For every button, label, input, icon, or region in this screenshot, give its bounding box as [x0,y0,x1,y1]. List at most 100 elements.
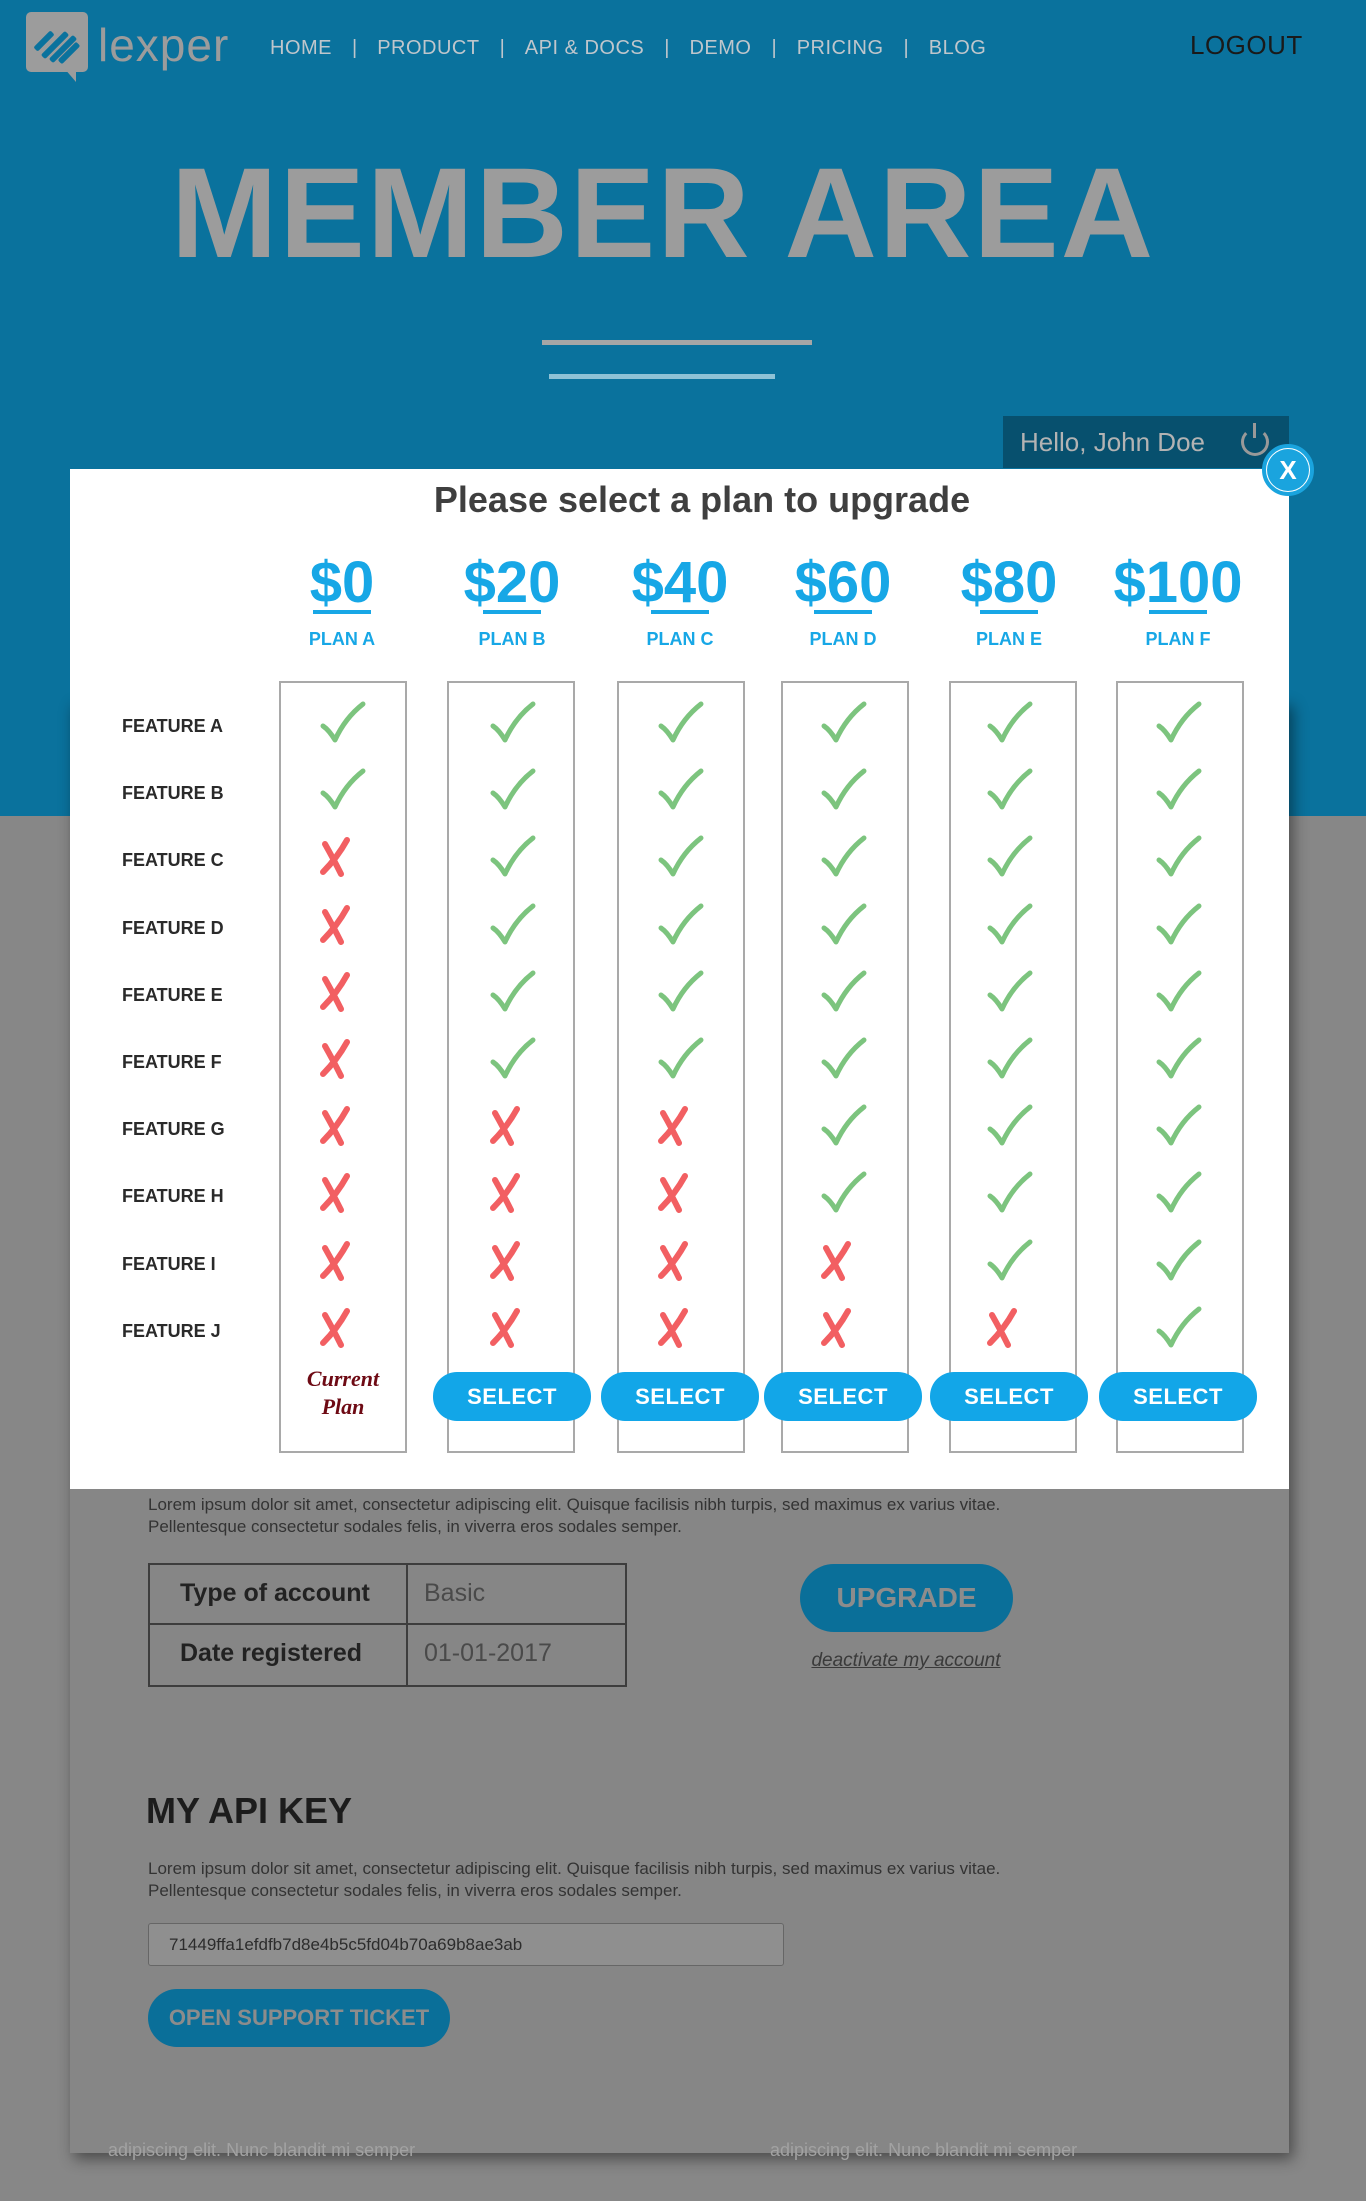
divider [542,340,812,345]
nav-separator: | [499,36,505,59]
check-icon [655,767,705,813]
select-plan-button[interactable]: SELECT [1099,1372,1257,1421]
check-icon [655,1036,705,1082]
check-icon [818,902,868,948]
cross-icon [649,1305,699,1351]
check-icon [655,834,705,880]
divider [549,374,775,379]
close-modal-button[interactable]: X [1262,444,1314,496]
upgrade-button[interactable]: UPGRADE [800,1564,1013,1632]
price-underline [483,610,541,614]
check-icon [984,834,1034,880]
cross-icon [311,1238,361,1284]
feature-label: FEATURE D [122,918,224,938]
check-icon [1153,969,1203,1015]
feature-label: FEATURE G [122,1119,225,1139]
nav-separator: | [664,36,670,59]
nav-blog[interactable]: BLOG [929,37,987,60]
check-icon [487,969,537,1015]
nav-product[interactable]: PRODUCT [377,37,479,60]
price-underline [814,610,872,614]
upgrade-plan-modal: Please select a plan to upgrade FEATURE … [70,469,1289,1489]
table-row: Type of account Basic [150,1565,625,1625]
cross-icon [481,1238,531,1284]
select-plan-button[interactable]: SELECT [601,1372,759,1421]
plan-name: PLAN F [1145,629,1211,649]
check-icon [487,902,537,948]
nav-separator: | [771,36,777,59]
main-nav: HOME | PRODUCT | API & DOCS | DEMO | PRI… [270,30,986,66]
account-type-label: Type of account [150,1565,408,1623]
account-type-value: Basic [424,1579,486,1607]
cross-icon [812,1238,862,1284]
check-icon [984,1170,1034,1216]
api-description-line: Lorem ipsum dolor sit amet, consectetur … [148,1859,1001,1878]
check-icon [487,700,537,746]
cross-icon [978,1305,1028,1351]
cross-icon [481,1103,531,1149]
feature-label: FEATURE C [122,850,224,870]
check-icon [818,1103,868,1149]
check-icon [487,1036,537,1082]
account-description: Lorem ipsum dolor sit amet, consectetur … [148,1494,1108,1538]
check-icon [818,969,868,1015]
price-underline [1149,610,1207,614]
check-icon [1153,1103,1203,1149]
open-support-ticket-button[interactable]: OPEN SUPPORT TICKET [148,1989,450,2047]
select-plan-button[interactable]: SELECT [930,1372,1088,1421]
check-icon [1153,700,1203,746]
cross-icon [311,1036,361,1082]
check-icon [655,969,705,1015]
check-icon [984,1103,1034,1149]
nav-separator: | [352,36,358,59]
check-icon [818,1170,868,1216]
check-icon [818,1036,868,1082]
check-icon [984,700,1034,746]
check-icon [1153,1170,1203,1216]
nav-home[interactable]: HOME [270,37,332,60]
check-icon [655,700,705,746]
check-icon [984,767,1034,813]
logout-link[interactable]: LOGOUT [1190,30,1303,61]
check-icon [487,767,537,813]
account-table: Type of account Basic Date registered 01… [148,1563,627,1687]
select-plan-button[interactable]: SELECT [433,1372,591,1421]
api-description-line: Pellentesque consectetur sodales felis, … [148,1881,682,1900]
api-description: Lorem ipsum dolor sit amet, consectetur … [148,1858,1108,1902]
select-plan-button[interactable]: SELECT [764,1372,922,1421]
logo[interactable]: lexper [26,12,266,84]
feature-label: FEATURE B [122,783,224,803]
price-underline [313,610,371,614]
api-key-field[interactable]: 71449ffa1efdfb7d8e4b5c5fd04b70a69b8ae3ab [148,1923,784,1966]
cross-icon [311,969,361,1015]
plan-price: $100 [1113,550,1243,615]
cross-icon [311,1170,361,1216]
feature-label: FEATURE A [122,716,223,736]
deactivate-account-link[interactable]: deactivate my account [806,1650,1006,1672]
power-icon[interactable] [1241,423,1269,456]
check-icon [984,902,1034,948]
check-icon [984,1238,1034,1284]
table-row: Date registered 01-01-2017 [150,1625,625,1685]
current-plan-label: Current Plan [306,1366,380,1419]
footer-text: adipiscing elit. Nunc blandit mi semper [770,2140,1078,2160]
logo-text: lexper [98,19,230,71]
close-icon: X [1267,449,1309,491]
logo-icon [26,12,88,82]
check-icon [1153,902,1203,948]
feature-label: FEATURE F [122,1052,222,1072]
nav-demo[interactable]: DEMO [689,37,751,60]
feature-label: FEATURE J [122,1321,221,1341]
account-description-line: Lorem ipsum dolor sit amet, consectetur … [148,1495,1001,1514]
cross-icon [649,1103,699,1149]
feature-label: FEATURE I [122,1254,216,1274]
greeting-text: Hello, John Doe [1020,426,1205,457]
page-title: MEMBER AREA [170,142,1156,285]
check-icon [984,1036,1034,1082]
check-icon [1153,1036,1203,1082]
nav-separator: | [903,36,909,59]
cross-icon [812,1305,862,1351]
check-icon [317,767,367,813]
nav-pricing[interactable]: PRICING [797,37,884,60]
nav-api-docs[interactable]: API & DOCS [525,37,644,60]
